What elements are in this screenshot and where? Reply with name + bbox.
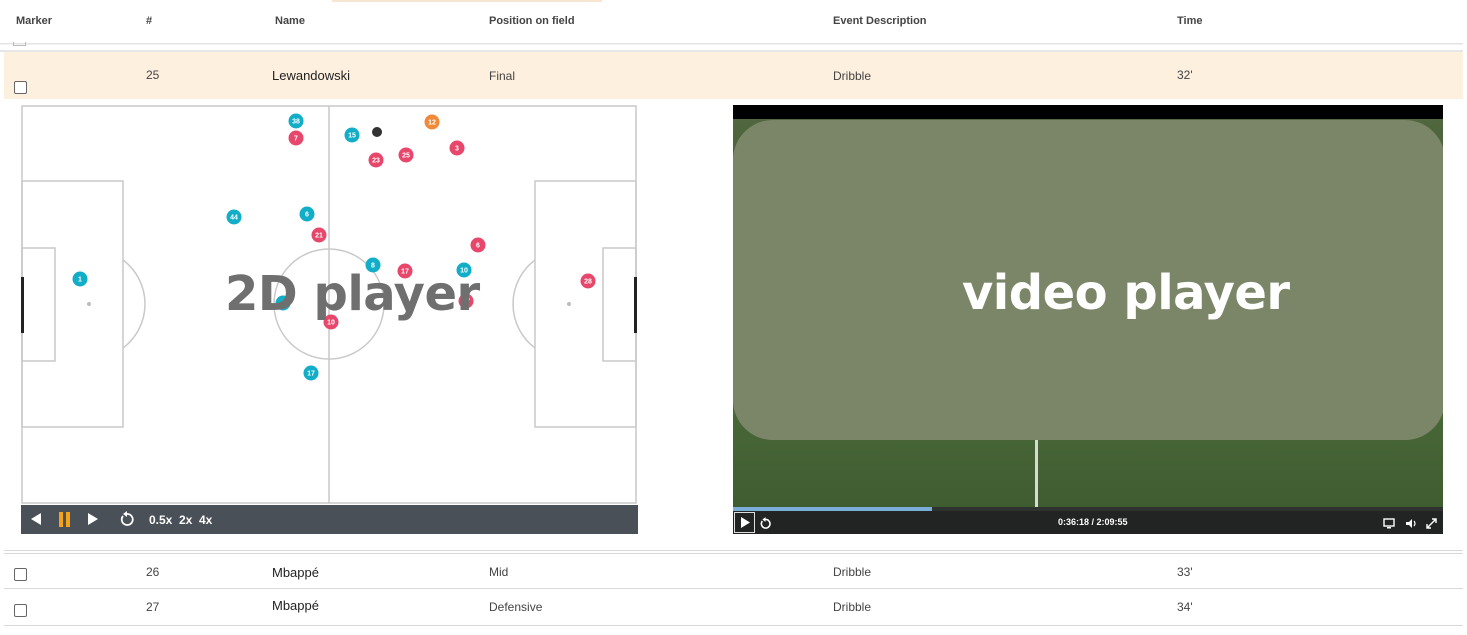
cast-icon[interactable]: [1383, 516, 1395, 534]
row-position: Mid: [489, 565, 509, 579]
row-checkbox[interactable]: [14, 604, 27, 617]
header-accent: [332, 0, 602, 2]
player-marker[interactable]: 12: [424, 114, 440, 130]
player-number: 1: [78, 277, 82, 284]
column-header-position[interactable]: Position on field: [489, 15, 575, 27]
player-marker[interactable]: 44: [226, 209, 242, 225]
row-number: 26: [146, 565, 160, 579]
table-row[interactable]: 26 Mbappé Mid Dribble 33': [4, 553, 1463, 589]
player-2d-controls: 0.5x 2x 4x: [21, 505, 638, 534]
row-time: 32': [1177, 68, 1193, 82]
column-header-name[interactable]: Name: [275, 15, 305, 27]
column-header-number[interactable]: #: [146, 15, 152, 27]
player-number: 3: [455, 146, 459, 153]
player-2d-overlay-label: 2D player: [225, 266, 480, 322]
row-checkbox[interactable]: [14, 568, 27, 581]
player-marker[interactable]: 3: [449, 140, 465, 156]
player-number: 6: [305, 212, 309, 219]
row-time: 33': [1177, 565, 1193, 579]
player-number: 38: [292, 119, 300, 126]
player-number: 28: [584, 279, 592, 286]
table-row-selected[interactable]: 25 Lewandowski Final Dribble 32': [4, 52, 1463, 99]
video-time-display: 0:36:18 / 2:09:55: [1058, 517, 1128, 527]
player-marker[interactable]: 1: [72, 271, 88, 287]
player-number: 44: [230, 215, 238, 222]
player-marker[interactable]: 17: [303, 365, 319, 381]
player-number: 17: [307, 371, 315, 378]
speed-4x-button[interactable]: 4x: [199, 513, 212, 527]
speed-0-5x-button[interactable]: 0.5x: [149, 513, 172, 527]
table-row[interactable]: 27 Mbappé Defensive Dribble 34': [4, 590, 1463, 626]
player-number: 15: [348, 133, 356, 140]
play-forward-icon[interactable]: [87, 512, 99, 529]
row-player-name: Mbappé: [272, 598, 319, 613]
player-marker[interactable]: 38: [288, 113, 304, 129]
row-player-name: Lewandowski: [272, 68, 351, 83]
volume-icon[interactable]: [1405, 516, 1417, 534]
player-marker[interactable]: 23: [368, 152, 384, 168]
player-number: 23: [372, 158, 380, 165]
player-marker[interactable]: 21: [311, 227, 327, 243]
fullscreen-icon[interactable]: [1426, 516, 1437, 534]
video-letterbox: [733, 105, 1443, 119]
player-number: 25: [402, 153, 410, 160]
row-event-description: Dribble: [833, 565, 872, 579]
player-marker[interactable]: 6: [299, 206, 315, 222]
pitch-line: [1035, 435, 1038, 510]
video-replay-icon[interactable]: [760, 516, 771, 534]
ball-marker: [372, 127, 382, 137]
row-checkbox[interactable]: [14, 81, 27, 94]
player-number: 7: [294, 136, 298, 143]
row-event-description: Dribble: [833, 600, 872, 614]
column-header-description[interactable]: Event Description: [833, 15, 927, 27]
row-number: 25: [146, 68, 160, 82]
column-header-time[interactable]: Time: [1177, 15, 1202, 27]
row-position: Defensive: [489, 600, 543, 614]
player-marker[interactable]: 15: [344, 127, 360, 143]
row-number: 27: [146, 600, 160, 614]
row-position: Final: [489, 69, 516, 83]
player-marker[interactable]: 7: [288, 130, 304, 146]
row-time: 34': [1177, 600, 1193, 614]
video-overlay-label: video player: [962, 265, 1290, 321]
player-marker[interactable]: 6: [470, 237, 486, 253]
rewind-icon[interactable]: [30, 512, 42, 529]
table-header: Marker # Name Position on field Event De…: [0, 0, 1463, 44]
player-marker[interactable]: 28: [580, 273, 596, 289]
player-number: 21: [315, 233, 323, 240]
player-number: 12: [428, 120, 436, 127]
row-player-name: Mbappé: [272, 565, 319, 580]
player-marker[interactable]: 25: [398, 147, 414, 163]
player-number: 6: [476, 243, 480, 250]
speed-2x-button[interactable]: 2x: [179, 513, 192, 527]
video-play-button[interactable]: [734, 512, 755, 533]
replay-icon[interactable]: [120, 511, 134, 529]
header-checkbox-stub: [13, 42, 26, 46]
pause-icon[interactable]: [58, 512, 72, 530]
column-header-marker[interactable]: Marker: [16, 15, 52, 27]
row-event-description: Dribble: [833, 69, 872, 83]
